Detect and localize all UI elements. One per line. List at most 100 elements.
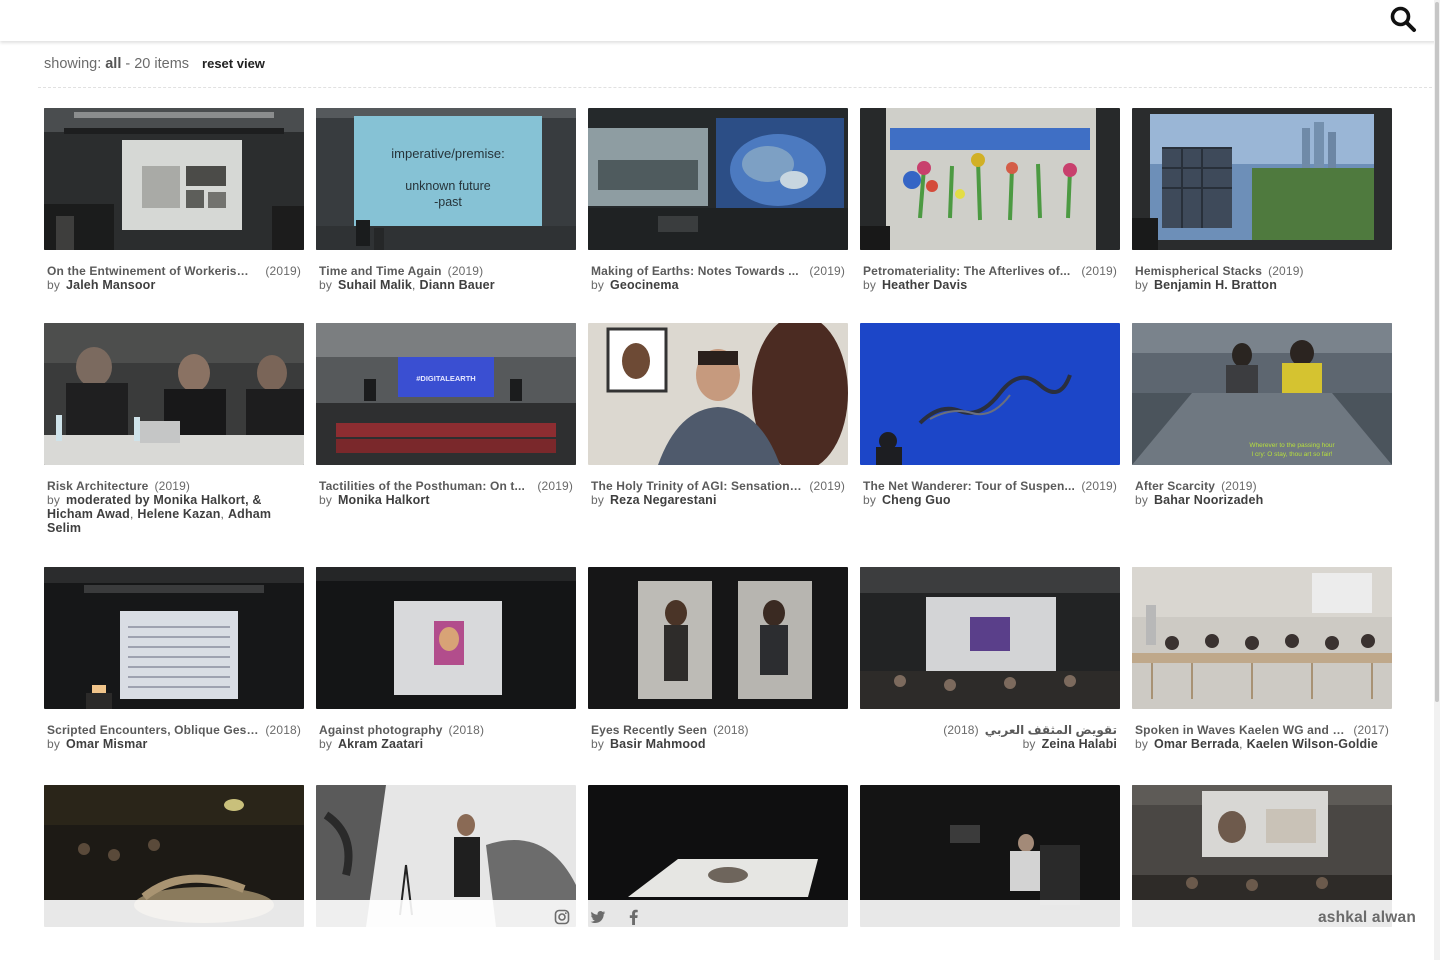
video-card[interactable]: The Net Wanderer: Tour of Suspen... (201… (860, 323, 1120, 567)
item-count: - 20 items (125, 56, 190, 72)
card-title[interactable]: Petromateriality: The Afterlives of... (863, 264, 1070, 278)
video-card[interactable]: (2018) تقويض المثقف العربي by Zeina Halab… (860, 567, 1120, 785)
video-thumbnail[interactable] (860, 567, 1120, 709)
slide-text: unknown future (405, 179, 491, 193)
instagram-link[interactable] (554, 909, 570, 925)
author-link[interactable]: moderated by Monika Halkort, & (66, 493, 262, 507)
card-title[interactable]: تقويض المثقف العربي (985, 723, 1117, 737)
scrollbar-thumb[interactable] (1435, 2, 1439, 702)
title-line: On the Entwinement of Workerism ... (201… (47, 264, 301, 278)
page-scrollbar[interactable] (1434, 0, 1440, 960)
card-year: (2018) (448, 723, 485, 737)
video-thumbnail[interactable]: imperative/premise: unknown future -past (316, 108, 576, 250)
author-link[interactable]: Omar Mismar (66, 737, 148, 751)
video-thumbnail[interactable] (44, 567, 304, 709)
video-thumbnail[interactable] (44, 108, 304, 250)
video-card[interactable]: Risk Architecture (2019) by moderated by … (44, 323, 304, 567)
card-authors: by Bahar Noorizadeh (1135, 493, 1389, 507)
video-thumbnail[interactable]: Wherever to the passing hour I cry: O st… (1132, 323, 1392, 465)
video-thumbnail[interactable]: #DIGITALEARTH (316, 323, 576, 465)
video-card[interactable]: Spoken in Waves Kaelen WG and O... (2017… (1132, 567, 1392, 785)
card-title[interactable]: On the Entwinement of Workerism ... (47, 264, 259, 278)
card-title[interactable]: After Scarcity (1135, 479, 1215, 493)
author-link[interactable]: Diann Bauer (420, 278, 495, 292)
video-thumbnail[interactable] (1132, 567, 1392, 709)
author-link[interactable]: Helene Kazan (137, 507, 220, 521)
video-thumbnail[interactable] (588, 567, 848, 709)
card-year: (2017) (1353, 723, 1389, 737)
video-card[interactable]: Petromateriality: The Afterlives of... (… (860, 108, 1120, 323)
twitter-link[interactable] (590, 909, 606, 925)
card-authors: by Heather Davis (863, 278, 1117, 292)
video-thumbnail[interactable] (316, 567, 576, 709)
author-link[interactable]: Hicham Awad (47, 507, 130, 521)
title-line: Scripted Encounters, Oblique Gest... (20… (47, 723, 301, 737)
card-meta: Spoken in Waves Kaelen WG and O... (2017… (1132, 723, 1392, 751)
card-title[interactable]: Risk Architecture (47, 479, 148, 493)
card-year: (2019) (809, 264, 845, 278)
video-card[interactable]: Wherever to the passing hour I cry: O st… (1132, 323, 1392, 567)
video-card[interactable]: Hemispherical Stacks (2019) by Benjamin H… (1132, 108, 1392, 323)
card-year: (2019) (1268, 264, 1304, 278)
search-button[interactable] (1388, 4, 1418, 34)
card-title[interactable]: Making of Earths: Notes Towards ... (591, 264, 799, 278)
by-label: by (47, 493, 60, 507)
video-card[interactable]: Scripted Encounters, Oblique Gest... (20… (44, 567, 304, 785)
reset-view-button[interactable]: reset view (202, 56, 265, 71)
card-title[interactable]: Eyes Recently Seen (591, 723, 707, 737)
title-line: Risk Architecture (2019) (47, 479, 301, 493)
author-link[interactable]: Basir Mahmood (610, 737, 706, 751)
video-card[interactable]: On the Entwinement of Workerism ... (201… (44, 108, 304, 323)
card-authors: by Omar Berrada, Kaelen Wilson-Goldie (1135, 737, 1379, 751)
author-link[interactable]: Cheng Guo (882, 493, 951, 507)
author-link[interactable]: Omar Berrada (1154, 737, 1239, 751)
card-title[interactable]: The Net Wanderer: Tour of Suspen... (863, 479, 1075, 493)
divider (38, 87, 1432, 88)
video-card[interactable]: Against photography (2018) by Akram Zaata… (316, 567, 576, 785)
card-title[interactable]: The Holy Trinity of AGI: Sensation,... (591, 479, 803, 493)
video-card[interactable]: #DIGITALEARTH Tactilities of the Posthum… (316, 323, 576, 567)
video-thumbnail[interactable] (44, 323, 304, 465)
card-meta: After Scarcity (2019) by Bahar Noorizadeh (1132, 479, 1392, 507)
card-title[interactable]: Time and Time Again (319, 264, 442, 278)
grid-row: Scripted Encounters, Oblique Gest... (20… (44, 567, 1394, 785)
card-authors: by Suhail Malik, Diann Bauer (319, 278, 495, 292)
card-title[interactable]: Against photography (319, 723, 443, 737)
video-card[interactable]: imperative/premise: unknown future -past… (316, 108, 576, 323)
author-link[interactable]: Kaelen Wilson-Goldie (1247, 737, 1378, 751)
facebook-link[interactable] (626, 909, 642, 925)
video-card[interactable]: Making of Earths: Notes Towards ... (201… (588, 108, 848, 323)
author-link[interactable]: Reza Negarestani (610, 493, 717, 507)
author-link[interactable]: Monika Halkort (338, 493, 430, 507)
video-grid: On the Entwinement of Workerism ... (201… (44, 108, 1394, 927)
card-meta: Petromateriality: The Afterlives of... (… (860, 264, 1120, 292)
video-thumbnail[interactable] (860, 108, 1120, 250)
video-thumbnail[interactable] (588, 108, 848, 250)
card-title[interactable]: Scripted Encounters, Oblique Gest... (47, 723, 259, 737)
card-title[interactable]: Tactilities of the Posthuman: On t... (319, 479, 525, 493)
author-link[interactable]: Jaleh Mansoor (66, 278, 155, 292)
card-title[interactable]: Hemispherical Stacks (1135, 264, 1262, 278)
twitter-icon (590, 911, 606, 923)
card-meta: Against photography (2018) by Akram Zaata… (316, 723, 576, 751)
author-link[interactable]: Heather Davis (882, 278, 967, 292)
author-link[interactable]: Zeina Halabi (1042, 737, 1117, 751)
by-label: by (591, 737, 604, 751)
video-card[interactable]: The Holy Trinity of AGI: Sensation,... (… (588, 323, 848, 567)
video-card[interactable]: Eyes Recently Seen (2018) by Basir Mahmoo… (588, 567, 848, 785)
card-year: (2019) (1221, 479, 1257, 493)
grid-row: On the Entwinement of Workerism ... (201… (44, 108, 1394, 323)
footer: ashkal alwan (0, 900, 1440, 960)
author-link[interactable]: Benjamin H. Bratton (1154, 278, 1277, 292)
author-link[interactable]: Bahar Noorizadeh (1154, 493, 1263, 507)
title-line: Spoken in Waves Kaelen WG and O... (2017… (1135, 723, 1389, 737)
video-thumbnail[interactable] (860, 323, 1120, 465)
author-link[interactable]: Akram Zaatari (338, 737, 423, 751)
site-brand[interactable]: ashkal alwan (1318, 909, 1416, 927)
video-thumbnail[interactable] (1132, 108, 1392, 250)
video-thumbnail[interactable] (588, 323, 848, 465)
author-link[interactable]: Suhail Malik (338, 278, 412, 292)
card-title[interactable]: Spoken in Waves Kaelen WG and O... (1135, 723, 1347, 737)
author-link[interactable]: Geocinema (610, 278, 679, 292)
showing-label: showing: (44, 56, 102, 72)
